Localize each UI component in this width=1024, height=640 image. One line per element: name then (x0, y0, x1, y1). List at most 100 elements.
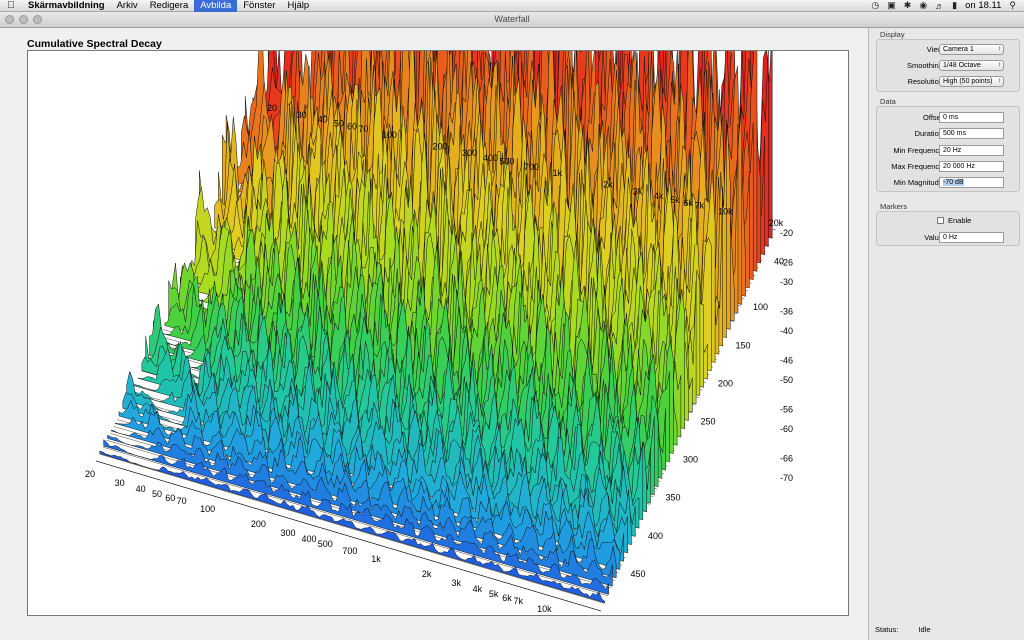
waterfall-chart[interactable]: 203040 50 60 70100200300400 5007001k2k3k4k 5k… (28, 51, 849, 616)
back-frequency-tick-label: 400 (483, 153, 498, 163)
front-frequency-tick-label: 1k (371, 554, 381, 564)
time-tick-label: 300 (683, 455, 698, 465)
time-tick-label: 450 (631, 569, 646, 579)
max-frequency-label: Max Frequency: (891, 162, 945, 171)
magnitude-tick-label: -56 (780, 404, 793, 414)
magnitude-tick-label: -30 (780, 277, 793, 287)
min-frequency-field[interactable]: 20 Hz (939, 145, 1004, 156)
window-title: Waterfall (494, 14, 530, 24)
time-tick-label: 150 (736, 340, 751, 350)
markers-group-title: Markers (880, 202, 908, 211)
magnitude-tick-label: -20 (780, 228, 793, 238)
menu-fonster[interactable]: Fönster (237, 0, 281, 12)
menu-redigera[interactable]: Redigera (144, 0, 195, 12)
magnitude-tick-label: -26 (780, 257, 793, 267)
front-frequency-tick-label: 200 (251, 519, 266, 529)
front-frequency-tick-label: 30 (115, 478, 125, 488)
min-magnitude-label: Min Magnitude: (893, 178, 945, 187)
front-frequency-tick-label: 50 (152, 489, 162, 499)
magnitude-tick-label: -66 (780, 453, 793, 463)
display-icon[interactable]: ▣ (887, 0, 896, 11)
status-bar: Status: Idle (875, 625, 949, 634)
back-frequency-tick-label: 70 (358, 124, 368, 134)
back-frequency-tick-label: 40 (318, 115, 328, 125)
data-group-title: Data (880, 97, 896, 106)
magnitude-tick-label: -60 (780, 424, 793, 434)
front-frequency-tick-label: 20 (85, 469, 95, 479)
battery-icon[interactable]: ▮ (952, 0, 957, 11)
magnitude-tick-label: -70 (780, 473, 793, 483)
back-frequency-tick-label: 60 (347, 121, 357, 131)
plot-title: Cumulative Spectral Decay (27, 38, 162, 50)
menu-hjalp[interactable]: Hjälp (281, 0, 315, 12)
time-machine-icon[interactable]: ◷ (871, 0, 879, 11)
front-frequency-tick-label: 40 (136, 484, 146, 494)
back-frequency-tick-label: 200 (432, 141, 447, 151)
bluetooth-icon[interactable]: ✱ (904, 0, 912, 11)
front-frequency-tick-label: 300 (280, 528, 295, 538)
min-frequency-label: Min Frequency: (893, 146, 945, 155)
display-group-title: Display (880, 30, 905, 39)
front-frequency-tick-label: 5k (489, 589, 499, 599)
back-frequency-tick-label: 30 (297, 110, 307, 120)
magnitude-tick-label: -46 (780, 355, 793, 365)
magnitude-axis: -20 -26 -30 -36 -40 -46 -50 -56 -60 -66 -70 (780, 228, 793, 483)
magnitude-tick-label: -50 (780, 375, 793, 385)
back-frequency-tick-label: 3k (633, 186, 643, 196)
volume-icon[interactable]: ♬ (935, 1, 944, 11)
menu-app[interactable]: Skärmavbildning (22, 0, 111, 12)
time-tick-label: 200 (718, 378, 733, 388)
back-frequency-tick-label: 4k (654, 191, 664, 201)
data-group: Offset: 0 ms Duration: 500 ms Min Freque… (876, 106, 1020, 192)
duration-field[interactable]: 500 ms (939, 128, 1004, 139)
wifi-icon[interactable]: ◉ (919, 0, 927, 11)
back-frequency-tick-label: 20 (267, 103, 277, 113)
popup-arrows-icon: ↕ (998, 46, 1001, 52)
waterfall-surface: 203040 50 60 70100200300400 5007001k2k3k4k 5k… (85, 51, 793, 614)
popup-arrows-icon: ↕ (998, 62, 1001, 68)
min-magnitude-field[interactable]: -70 dB (939, 177, 1004, 188)
front-frequency-tick-label: 6k (502, 593, 512, 603)
front-frequency-tick-label: 500 (318, 539, 333, 549)
front-frequency-tick-label: 70 (177, 496, 187, 506)
marker-value-field[interactable]: 0 Hz (939, 232, 1004, 243)
back-frequency-tick-label: 50 (334, 118, 344, 128)
enable-marker-checkbox[interactable] (937, 217, 944, 224)
status-label: Status: (875, 625, 899, 634)
inspector-panel: Display View: Camera 1 ↕ Smoothing: 1/48 … (868, 28, 1024, 640)
menu-avbilda[interactable]: Avbilda (194, 0, 238, 12)
front-frequency-tick-label: 3k (452, 578, 462, 588)
smoothing-popup[interactable]: 1/48 Octave ↕ (939, 60, 1004, 71)
front-frequency-tick-label: 700 (342, 546, 357, 556)
menu-arkiv[interactable]: Arkiv (111, 0, 144, 12)
back-frequency-tick-label: 7k (695, 201, 705, 211)
back-frequency-tick-label: 700 (524, 162, 539, 172)
clock[interactable]: on 18.11 (965, 0, 1001, 11)
resolution-popup[interactable]: High (50 points) ↕ (939, 76, 1004, 87)
back-frequency-tick-label: 2k (603, 180, 613, 190)
waterfall-plot-frame[interactable]: 20 30 40 50 60 70 100 200 300 400 500 700 1k 2k 3k 4k 5k… (27, 50, 849, 616)
back-frequency-tick-label: 1k (553, 168, 563, 178)
front-frequency-tick-label: 4k (473, 584, 483, 594)
front-frequency-tick-label: 400 (301, 534, 316, 544)
time-tick-label: 250 (701, 417, 716, 427)
back-frequency-tick-label: 500 (499, 157, 514, 167)
time-tick-label: 400 (648, 531, 663, 541)
time-tick-label: 350 (666, 493, 681, 503)
display-group: View: Camera 1 ↕ Smoothing: 1/48 Octave ↕ … (876, 39, 1020, 92)
menu-bar:  Skärmavbildning Arkiv Redigera Avbilda… (0, 0, 1024, 12)
front-frequency-tick-label: 10k (537, 604, 552, 614)
apple-menu-icon[interactable]:  (0, 0, 22, 11)
spotlight-search-icon[interactable]: ⚲ (1009, 0, 1016, 11)
markers-group: Enable Value: 0 Hz (876, 211, 1020, 246)
popup-arrows-icon: ↕ (998, 78, 1001, 84)
window-titlebar: Waterfall (0, 12, 1024, 28)
offset-field[interactable]: 0 ms (939, 112, 1004, 123)
front-frequency-tick-label: 60 (165, 493, 175, 503)
max-frequency-field[interactable]: 20 000 Hz (939, 161, 1004, 172)
front-frequency-tick-label: 2k (422, 569, 432, 579)
magnitude-tick-label: -36 (780, 306, 793, 316)
status-value: Idle (918, 625, 931, 634)
back-frequency-tick-label: 5k (670, 195, 680, 205)
view-popup[interactable]: Camera 1 ↕ (939, 44, 1004, 55)
